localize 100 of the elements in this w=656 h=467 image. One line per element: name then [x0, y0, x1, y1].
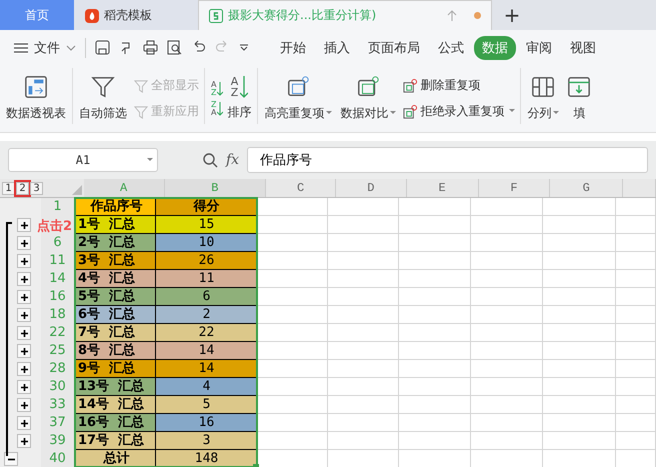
table-cell: 14 [156, 360, 258, 378]
column-header[interactable]: C [266, 179, 336, 197]
chevron-down-icon [66, 44, 76, 50]
filter-icon [134, 78, 148, 92]
ribbon-tab[interactable]: 页面布局 [360, 36, 428, 60]
plus-icon [20, 348, 28, 354]
table-cell [399, 378, 471, 396]
table-cell [399, 198, 471, 216]
expand-button[interactable] [17, 380, 31, 394]
row-number: 14 [41, 270, 75, 288]
pivot-table-icon [24, 75, 48, 99]
table-cell [616, 306, 656, 324]
ribbon-tab[interactable]: 公式 [430, 36, 472, 60]
table-cell [258, 360, 328, 378]
table-cell [616, 432, 656, 450]
collapse-button[interactable] [4, 452, 18, 466]
outline-level-button[interactable]: 2 [16, 182, 29, 194]
table-cell [616, 324, 656, 342]
menu-icon [14, 42, 28, 52]
expand-button[interactable] [17, 290, 31, 304]
ribbon-button[interactable]: 自动筛选 [75, 65, 131, 132]
table-cell [328, 324, 399, 342]
ribbon-button[interactable]: 分列 [523, 65, 564, 132]
row-number: 28 [41, 360, 75, 378]
arrow-down-icon [217, 102, 224, 116]
ribbon-button[interactable]: 删除重复项 [403, 74, 516, 96]
save-icon[interactable] [95, 40, 110, 55]
print-icon[interactable] [143, 40, 158, 55]
spreadsheet-icon [209, 8, 223, 22]
table-cell [258, 216, 328, 234]
table-cell [616, 378, 656, 396]
column-header[interactable]: G [550, 179, 624, 197]
expand-button[interactable] [17, 254, 31, 268]
table-cell [328, 378, 399, 396]
table-cell [258, 432, 328, 450]
table-cell: 7号 汇总 [75, 324, 156, 342]
row-number: 16 [41, 288, 75, 306]
expand-button[interactable] [17, 398, 31, 412]
ribbon-button[interactable]: 高亮重复项 [260, 65, 336, 132]
column-header[interactable]: F [478, 179, 550, 197]
expand-button[interactable] [17, 272, 31, 286]
new-tab-button[interactable]: + [492, 0, 532, 30]
annotation-text: 点击2 [37, 218, 72, 235]
table-cell [258, 378, 328, 396]
row-number: 33 [41, 396, 75, 414]
table-cell: 总计 [75, 450, 156, 467]
table-cell: 6 [156, 288, 258, 306]
ribbon-tab[interactable]: 审阅 [518, 36, 560, 60]
expand-button[interactable] [17, 326, 31, 340]
table-cell [328, 414, 399, 432]
plus-icon [20, 258, 28, 264]
table-cell: 6号 汇总 [75, 306, 156, 324]
ribbon-button[interactable]: 数据对比 [336, 65, 400, 132]
ribbon-tab[interactable]: 开始 [272, 36, 314, 60]
ribbon-tab[interactable]: 插入 [316, 36, 358, 60]
ribbon-tab[interactable]: 视图 [562, 36, 604, 60]
table-cell [328, 360, 399, 378]
table-cell [328, 216, 399, 234]
table-cell: 4 [156, 378, 258, 396]
ribbon-button[interactable]: 数据透视表 [2, 65, 70, 132]
ribbon-button[interactable]: 填 [563, 65, 596, 132]
expand-button[interactable] [17, 236, 31, 250]
table-cell [399, 288, 471, 306]
table-cell [616, 414, 656, 432]
outline-level-button[interactable]: 1 [2, 182, 15, 194]
table-cell: 22 [156, 324, 258, 342]
table-cell [399, 342, 471, 360]
table-cell: 26 [156, 252, 258, 270]
formula-input[interactable]: 作品序号 [247, 147, 648, 173]
expand-button[interactable] [17, 308, 31, 322]
column-header[interactable]: E [406, 179, 479, 197]
table-cell [328, 342, 399, 360]
sort-descending-button[interactable]: Z A [211, 100, 224, 116]
table-cell: 3 [156, 432, 258, 450]
table-cell [258, 342, 328, 360]
table-cell: 5 [156, 396, 258, 414]
plus-icon [20, 402, 28, 408]
table-cell [471, 360, 543, 378]
chevron-down-icon[interactable] [239, 44, 249, 52]
plus-icon [20, 330, 28, 336]
row-number: 11 [41, 252, 75, 270]
name-box[interactable]: A1 [8, 148, 158, 172]
expand-button[interactable] [17, 344, 31, 358]
sort-button[interactable]: A Z 排序 [223, 76, 256, 121]
zoom-icon[interactable] [202, 152, 218, 168]
print-preview-icon[interactable] [167, 40, 182, 55]
file-menu[interactable]: 文件 [14, 38, 76, 56]
expand-button[interactable] [17, 434, 31, 448]
ribbon-button[interactable]: 拒绝录入重复项 [403, 100, 516, 122]
expand-button[interactable] [17, 416, 31, 430]
sort-ascending-button[interactable]: A Z [211, 80, 224, 96]
expand-button[interactable] [17, 218, 31, 232]
column-header[interactable]: D [336, 179, 407, 197]
expand-button[interactable] [17, 362, 31, 376]
outline-level-button[interactable]: 3 [30, 182, 43, 194]
table-cell [399, 324, 471, 342]
table-cell: 9号 汇总 [75, 360, 156, 378]
table-cell [471, 324, 543, 342]
table-cell [258, 414, 328, 432]
function-label[interactable]: fx [226, 152, 240, 168]
